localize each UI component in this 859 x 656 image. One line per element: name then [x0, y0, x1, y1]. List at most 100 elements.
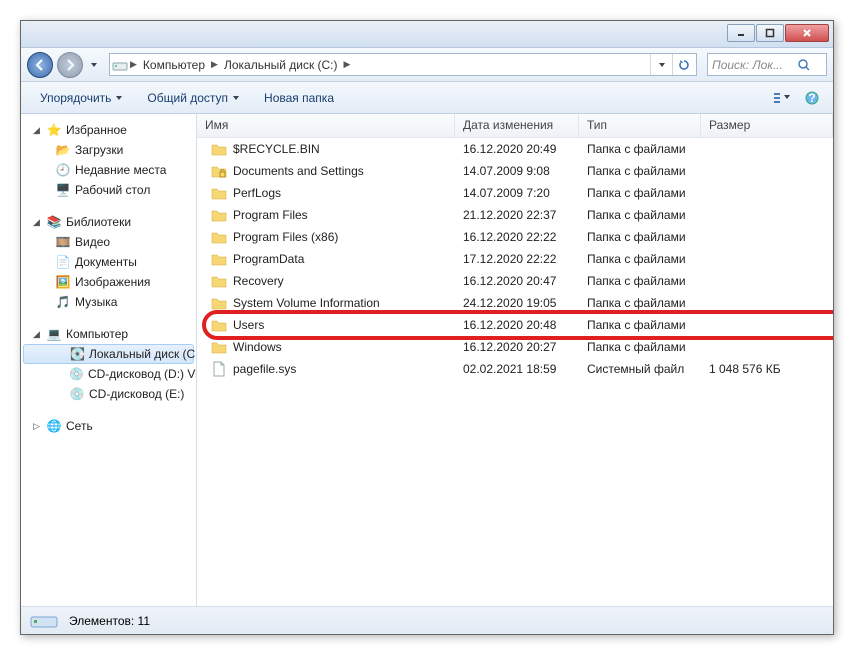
folder-icon	[211, 229, 227, 245]
collapse-icon: ◢	[31, 125, 42, 136]
computer-icon: 💻	[46, 326, 62, 342]
file-row[interactable]: ProgramData 17.12.2020 22:22Папка с файла…	[197, 248, 833, 270]
folder-icon	[211, 317, 227, 333]
folder-icon: 📂	[55, 142, 71, 158]
file-name: Recovery	[233, 274, 284, 288]
tree-libraries[interactable]: ◢📚Библиотеки	[21, 212, 196, 232]
file-type: Папка с файлами	[579, 164, 701, 178]
file-row[interactable]: Users16.12.2020 20:48Папка с файлами	[197, 314, 833, 336]
file-row[interactable]: Windows16.12.2020 20:27Папка с файлами	[197, 336, 833, 358]
col-size[interactable]: Размер	[701, 114, 833, 137]
expand-icon: ▷	[31, 421, 42, 432]
maximize-button[interactable]	[756, 24, 784, 42]
folder-icon	[211, 339, 227, 355]
file-row[interactable]: Recovery 16.12.2020 20:47Папка с файлами	[197, 270, 833, 292]
col-type[interactable]: Тип	[579, 114, 701, 137]
image-icon: 🖼️	[55, 274, 71, 290]
nav-history-dropdown[interactable]	[87, 54, 101, 76]
back-button[interactable]	[27, 52, 53, 78]
file-name: PerfLogs	[233, 186, 281, 200]
file-type: Папка с файлами	[579, 318, 701, 332]
chevron-right-icon: ▶	[342, 59, 353, 70]
file-type: Папка с файлами	[579, 274, 701, 288]
file-row[interactable]: $RECYCLE.BIN16.12.2020 20:49Папка с файл…	[197, 138, 833, 160]
tree-documents[interactable]: 📄Документы	[21, 252, 196, 272]
share-button[interactable]: Общий доступ	[136, 86, 251, 110]
file-name: Program Files	[233, 208, 308, 222]
file-name: Documents and Settings	[233, 164, 364, 178]
tree-recent[interactable]: 🕘Недавние места	[21, 160, 196, 180]
file-date: 14.07.2009 7:20	[455, 186, 579, 200]
file-size: 1 048 576 КБ	[701, 362, 833, 376]
tree-favorites[interactable]: ◢⭐Избранное	[21, 120, 196, 140]
cd-icon: 💿	[69, 366, 84, 382]
file-row[interactable]: Documents and Settings14.07.2009 9:08Пап…	[197, 160, 833, 182]
drive-large-icon	[29, 611, 61, 631]
file-name: Windows	[233, 340, 282, 354]
address-bar[interactable]: ▶ Компьютер ▶ Локальный диск (C:) ▶	[109, 53, 697, 76]
tree-network[interactable]: ▷🌐Сеть	[21, 416, 196, 436]
tree-cd-e[interactable]: 💿CD-дисковод (E:)	[21, 384, 196, 404]
search-box[interactable]	[707, 53, 827, 76]
file-date: 16.12.2020 22:22	[455, 230, 579, 244]
tree-pictures[interactable]: 🖼️Изображения	[21, 272, 196, 292]
folder-icon	[211, 295, 227, 311]
drive-icon: 💽	[70, 346, 85, 362]
file-icon	[211, 361, 227, 377]
file-row[interactable]: System Volume Information24.12.2020 19:0…	[197, 292, 833, 314]
folder-icon	[211, 251, 227, 267]
breadcrumb-local-disk[interactable]: Локальный диск (C:)	[220, 54, 342, 75]
file-type: Папка с файлами	[579, 252, 701, 266]
tree-music[interactable]: 🎵Музыка	[21, 292, 196, 312]
svg-text:?: ?	[808, 91, 815, 105]
chevron-right-icon: ▶	[128, 59, 139, 70]
file-type: Папка с файлами	[579, 186, 701, 200]
file-row[interactable]: Program Files (x86)16.12.2020 22:22Папка…	[197, 226, 833, 248]
recent-icon: 🕘	[55, 162, 71, 178]
minimize-button[interactable]	[727, 24, 755, 42]
folder-icon	[211, 185, 227, 201]
col-date[interactable]: Дата изменения	[455, 114, 579, 137]
cd-icon: 💿	[69, 386, 85, 402]
chevron-right-icon: ▶	[209, 59, 220, 70]
file-name: Program Files (x86)	[233, 230, 338, 244]
file-row[interactable]: pagefile.sys02.02.2021 18:59Системный фа…	[197, 358, 833, 380]
file-date: 16.12.2020 20:47	[455, 274, 579, 288]
tree-desktop[interactable]: 🖥️Рабочий стол	[21, 180, 196, 200]
breadcrumb-computer[interactable]: Компьютер	[139, 54, 209, 75]
file-date: 16.12.2020 20:48	[455, 318, 579, 332]
search-input[interactable]	[712, 58, 796, 72]
file-date: 02.02.2021 18:59	[455, 362, 579, 376]
file-date: 17.12.2020 22:22	[455, 252, 579, 266]
file-list[interactable]: Имя Дата изменения Тип Размер $RECYCLE.B…	[197, 114, 833, 606]
folder-icon	[211, 273, 227, 289]
tree-computer[interactable]: ◢💻Компьютер	[21, 324, 196, 344]
collapse-icon: ◢	[31, 217, 42, 228]
file-row[interactable]: PerfLogs 14.07.2009 7:20Папка с файлами	[197, 182, 833, 204]
refresh-button[interactable]	[672, 54, 694, 75]
music-icon: 🎵	[55, 294, 71, 310]
address-dropdown[interactable]	[650, 54, 672, 75]
star-icon: ⭐	[46, 122, 62, 138]
nav-tree[interactable]: ◢⭐Избранное 📂Загрузки 🕘Недавние места 🖥️…	[21, 114, 197, 606]
file-name: ProgramData	[233, 252, 304, 266]
video-icon: 🎞️	[55, 234, 71, 250]
close-button[interactable]	[785, 24, 829, 42]
col-name[interactable]: Имя	[197, 114, 455, 137]
view-button[interactable]	[769, 86, 795, 110]
tree-local-disk-c[interactable]: 💽Локальный диск (C:)	[23, 344, 194, 364]
desktop-icon: 🖥️	[55, 182, 71, 198]
file-name: System Volume Information	[233, 296, 380, 310]
file-row[interactable]: Program Files21.12.2020 22:37Папка с фай…	[197, 204, 833, 226]
new-folder-button[interactable]: Новая папка	[253, 86, 345, 110]
tree-cd-d[interactable]: 💿CD-дисковод (D:) Vi	[21, 364, 196, 384]
forward-button[interactable]	[57, 52, 83, 78]
document-icon: 📄	[55, 254, 71, 270]
tree-video[interactable]: 🎞️Видео	[21, 232, 196, 252]
file-date: 21.12.2020 22:37	[455, 208, 579, 222]
help-button[interactable]: ?	[799, 86, 825, 110]
organize-button[interactable]: Упорядочить	[29, 86, 134, 110]
tree-downloads[interactable]: 📂Загрузки	[21, 140, 196, 160]
file-name: pagefile.sys	[233, 362, 296, 376]
folder-icon	[211, 141, 227, 157]
